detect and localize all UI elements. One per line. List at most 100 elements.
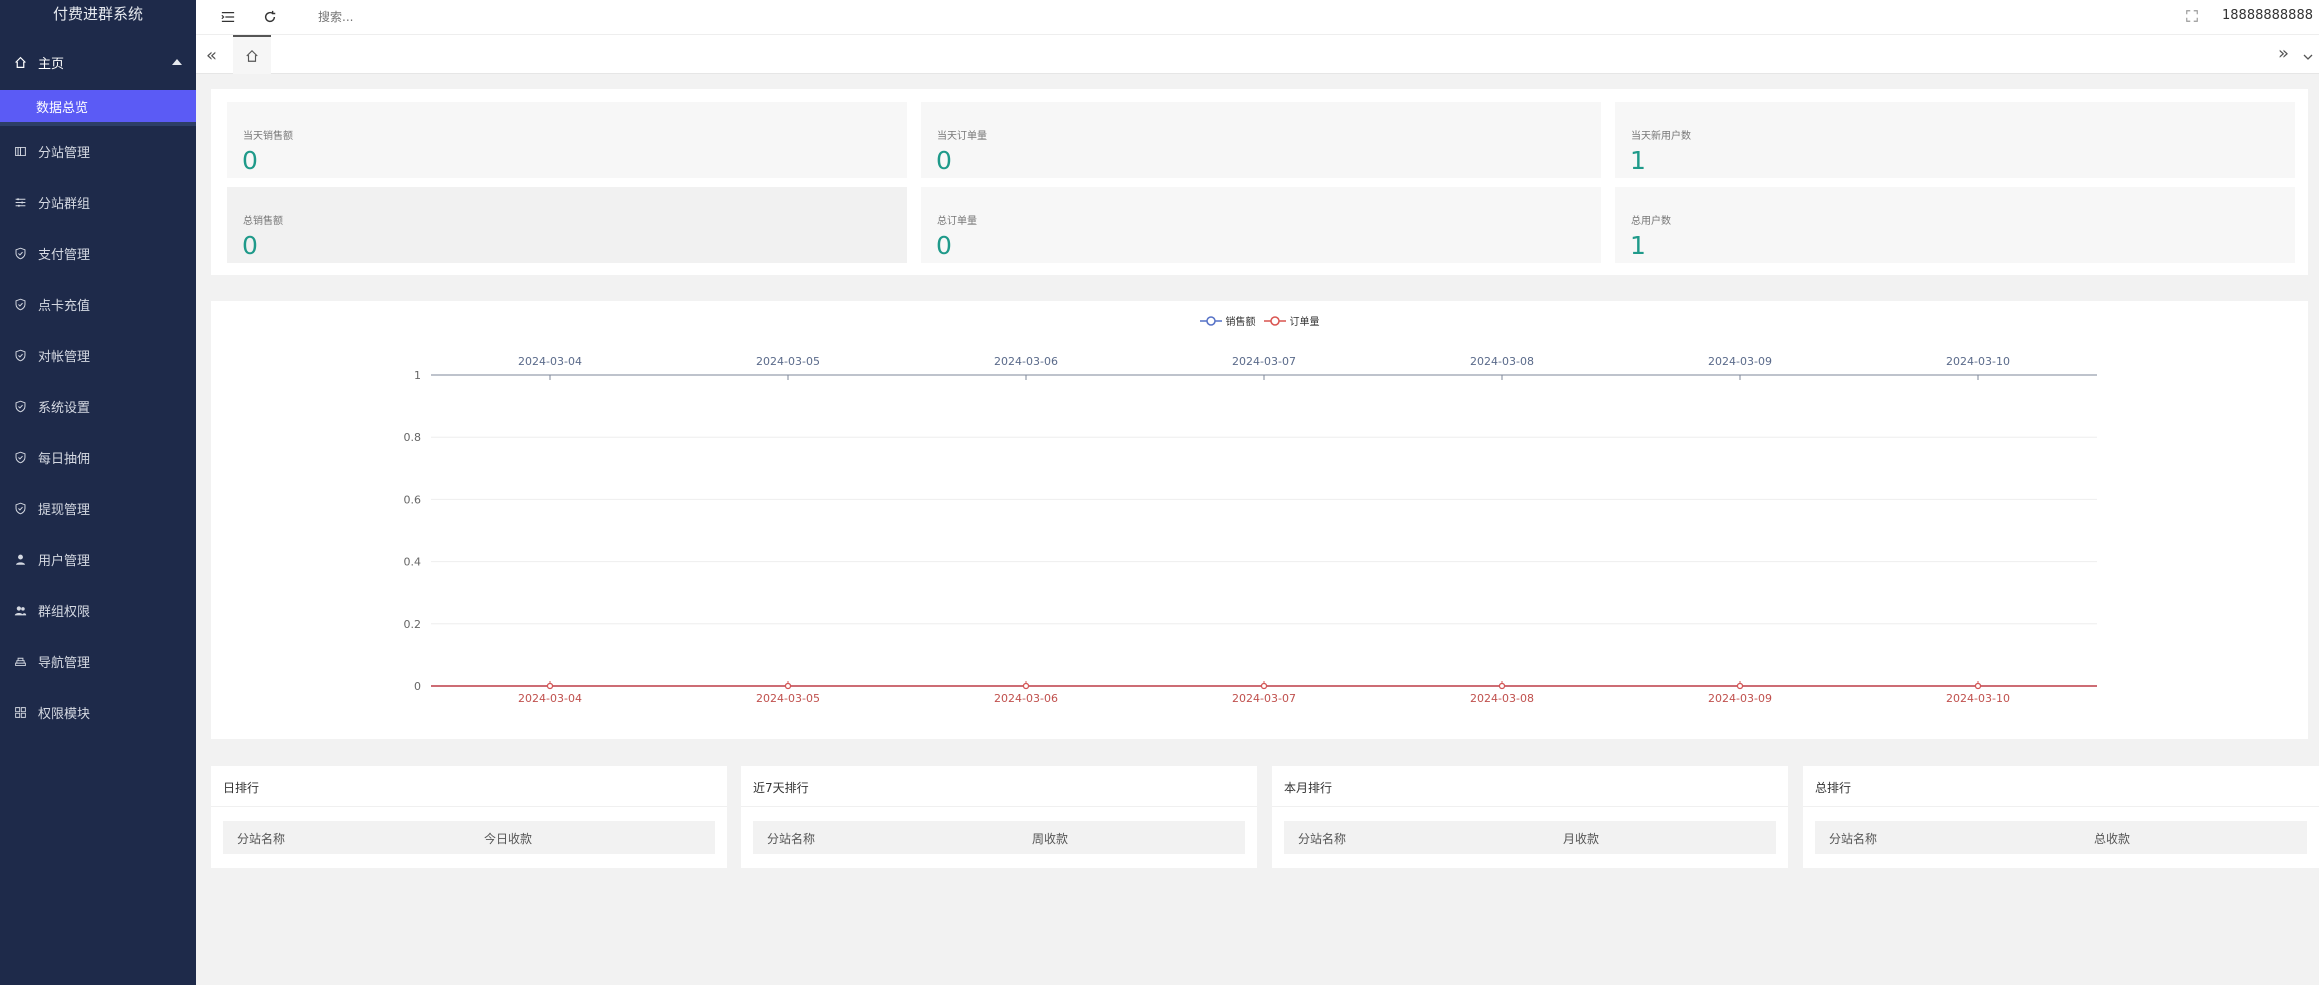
sidebar-item[interactable]: 分站群组 xyxy=(0,177,196,228)
sliders-icon xyxy=(12,195,28,211)
data-point xyxy=(1974,682,1982,690)
shield-check-icon xyxy=(12,348,28,364)
data-point xyxy=(1260,682,1268,690)
y-tick-label: 0.6 xyxy=(404,493,422,506)
x-tick-label-top: 2024-03-05 xyxy=(756,355,820,368)
sidebar-item-data-overview[interactable]: 数据总览 xyxy=(0,90,196,126)
home-icon xyxy=(246,49,258,62)
sidebar-item[interactable]: 支付管理 xyxy=(0,228,196,279)
column-header: 分站名称 xyxy=(1298,832,1347,846)
grid-icon xyxy=(12,705,28,721)
stat-card: 总用户数 1 xyxy=(1615,187,2295,263)
x-tick-label-bottom: 2024-03-08 xyxy=(1470,692,1534,705)
x-tick-label-bottom: 2024-03-05 xyxy=(756,692,820,705)
divider xyxy=(1272,806,1788,807)
stat-label: 当天新用户数 xyxy=(1631,131,1691,142)
app-title: 付费进群系统 xyxy=(52,5,143,23)
shield-check-icon xyxy=(12,501,28,517)
data-point xyxy=(784,682,792,690)
x-tick-label-bottom: 2024-03-06 xyxy=(994,692,1058,705)
user-icon xyxy=(12,552,28,568)
sidebar-item[interactable]: 系统设置 xyxy=(0,381,196,432)
chevron-down-icon[interactable] xyxy=(2303,47,2313,60)
sidebar-item-label: 导航管理 xyxy=(38,656,91,671)
data-point xyxy=(1736,682,1744,690)
sidebar-item-label: 数据总览 xyxy=(36,100,89,116)
x-tick-label-top: 2024-03-10 xyxy=(1946,355,2010,368)
ranking-table-header: 分站名称 月收款 xyxy=(1284,821,1776,854)
users-icon xyxy=(12,603,28,619)
sidebar-item[interactable]: 导航管理 xyxy=(0,636,196,687)
ranking-table-header: 分站名称 今日收款 xyxy=(223,821,715,854)
sidebar-item[interactable]: 每日抽佣 xyxy=(0,432,196,483)
x-tick-label-top: 2024-03-08 xyxy=(1470,355,1534,368)
column-header: 分站名称 xyxy=(1829,832,1878,846)
x-tick-label-top: 2024-03-09 xyxy=(1708,355,1772,368)
column-header: 总收款 xyxy=(2094,832,2131,846)
refresh-icon[interactable] xyxy=(260,7,280,27)
y-tick-label: 0 xyxy=(414,680,421,693)
stat-label: 总用户数 xyxy=(1631,216,1671,227)
sidebar-item-label: 支付管理 xyxy=(38,248,91,263)
layers-icon xyxy=(12,654,28,670)
y-tick-label: 0.8 xyxy=(404,431,422,444)
sidebar-item-label: 系统设置 xyxy=(38,401,91,416)
sidebar-item[interactable]: 对帐管理 xyxy=(0,330,196,381)
ranking-title: 近7天排行 xyxy=(753,781,809,795)
sidebar-item-label: 用户管理 xyxy=(38,554,91,569)
sidebar-item[interactable]: 分站管理 xyxy=(0,126,196,177)
ranking-table-header: 分站名称 总收款 xyxy=(1815,821,2307,854)
tabs-scroll-right-icon[interactable]: » xyxy=(2278,43,2289,64)
ranking-panel: 总排行 分站名称 总收款 xyxy=(1803,766,2319,868)
y-tick-label: 0.2 xyxy=(404,618,422,631)
sidebar-item[interactable]: 群组权限 xyxy=(0,585,196,636)
divider xyxy=(741,806,1257,807)
data-point xyxy=(546,682,554,690)
sidebar-item[interactable]: 权限模块 xyxy=(0,687,196,738)
column-header: 今日收款 xyxy=(484,832,533,846)
ranking-title: 本月排行 xyxy=(1284,781,1333,795)
stat-label: 当天销售额 xyxy=(243,131,293,142)
stat-label: 当天订单量 xyxy=(937,131,987,142)
ranking-title: 总排行 xyxy=(1815,781,1852,795)
ranking-title: 日排行 xyxy=(223,781,260,795)
divider xyxy=(211,806,727,807)
column-header: 月收款 xyxy=(1563,832,1600,846)
column-header: 周收款 xyxy=(1032,832,1069,846)
tab-bar: « » xyxy=(196,34,2319,74)
top-bar: 18888888888 xyxy=(196,0,2319,34)
user-account[interactable]: 18888888888 xyxy=(2222,8,2313,23)
stat-label: 总订单量 xyxy=(937,216,977,227)
sidebar-item[interactable]: 点卡充值 xyxy=(0,279,196,330)
menu-toggle-icon[interactable] xyxy=(218,7,238,27)
data-point xyxy=(1022,682,1030,690)
x-tick-label-bottom: 2024-03-04 xyxy=(518,692,582,705)
search-input[interactable] xyxy=(318,10,618,24)
data-point xyxy=(1498,682,1506,690)
stat-card: 当天销售额 0 xyxy=(227,102,907,178)
shield-check-icon xyxy=(12,246,28,262)
sidebar-item-label: 提现管理 xyxy=(38,503,91,518)
shield-check-icon xyxy=(12,297,28,313)
sidebar: 付费进群系统 主页 数据总览 分站管理分站群组支付管理点卡充值 对帐管理系统设置每… xyxy=(0,0,196,985)
ranking-panel: 本月排行 分站名称 月收款 xyxy=(1272,766,1788,868)
y-tick-label: 1 xyxy=(414,369,421,382)
caret-up-icon xyxy=(172,59,182,65)
sidebar-item-home[interactable]: 主页 xyxy=(0,42,196,82)
fullscreen-icon[interactable] xyxy=(2185,8,2199,22)
tab-home[interactable] xyxy=(233,35,271,74)
sidebar-item[interactable]: 用户管理 xyxy=(0,534,196,585)
home-icon xyxy=(12,54,28,70)
stat-value: 1 xyxy=(1630,231,1646,260)
sidebar-item-label: 每日抽佣 xyxy=(38,452,91,467)
stat-value: 1 xyxy=(1630,146,1646,175)
stat-card: 当天订单量 0 xyxy=(921,102,1601,178)
y-tick-label: 0.4 xyxy=(404,556,422,569)
sidebar-item-label: 分站管理 xyxy=(38,146,91,161)
stats-panel: 当天销售额 0 当天订单量 0 当天新用户数 1 总销售额 0 总订单量 0 总用户数 1 xyxy=(211,89,2308,275)
sidebar-item[interactable]: 提现管理 xyxy=(0,483,196,534)
sales-chart: 销售额 订单量 1 0.8 0.6 0.4 0.2 0 2024-03-04 2024-03-0… xyxy=(211,301,2308,739)
sidebar-item-label: 分站群组 xyxy=(38,197,91,212)
ranking-panel: 近7天排行 分站名称 周收款 xyxy=(741,766,1257,868)
tabs-scroll-left-icon[interactable]: « xyxy=(206,45,217,66)
